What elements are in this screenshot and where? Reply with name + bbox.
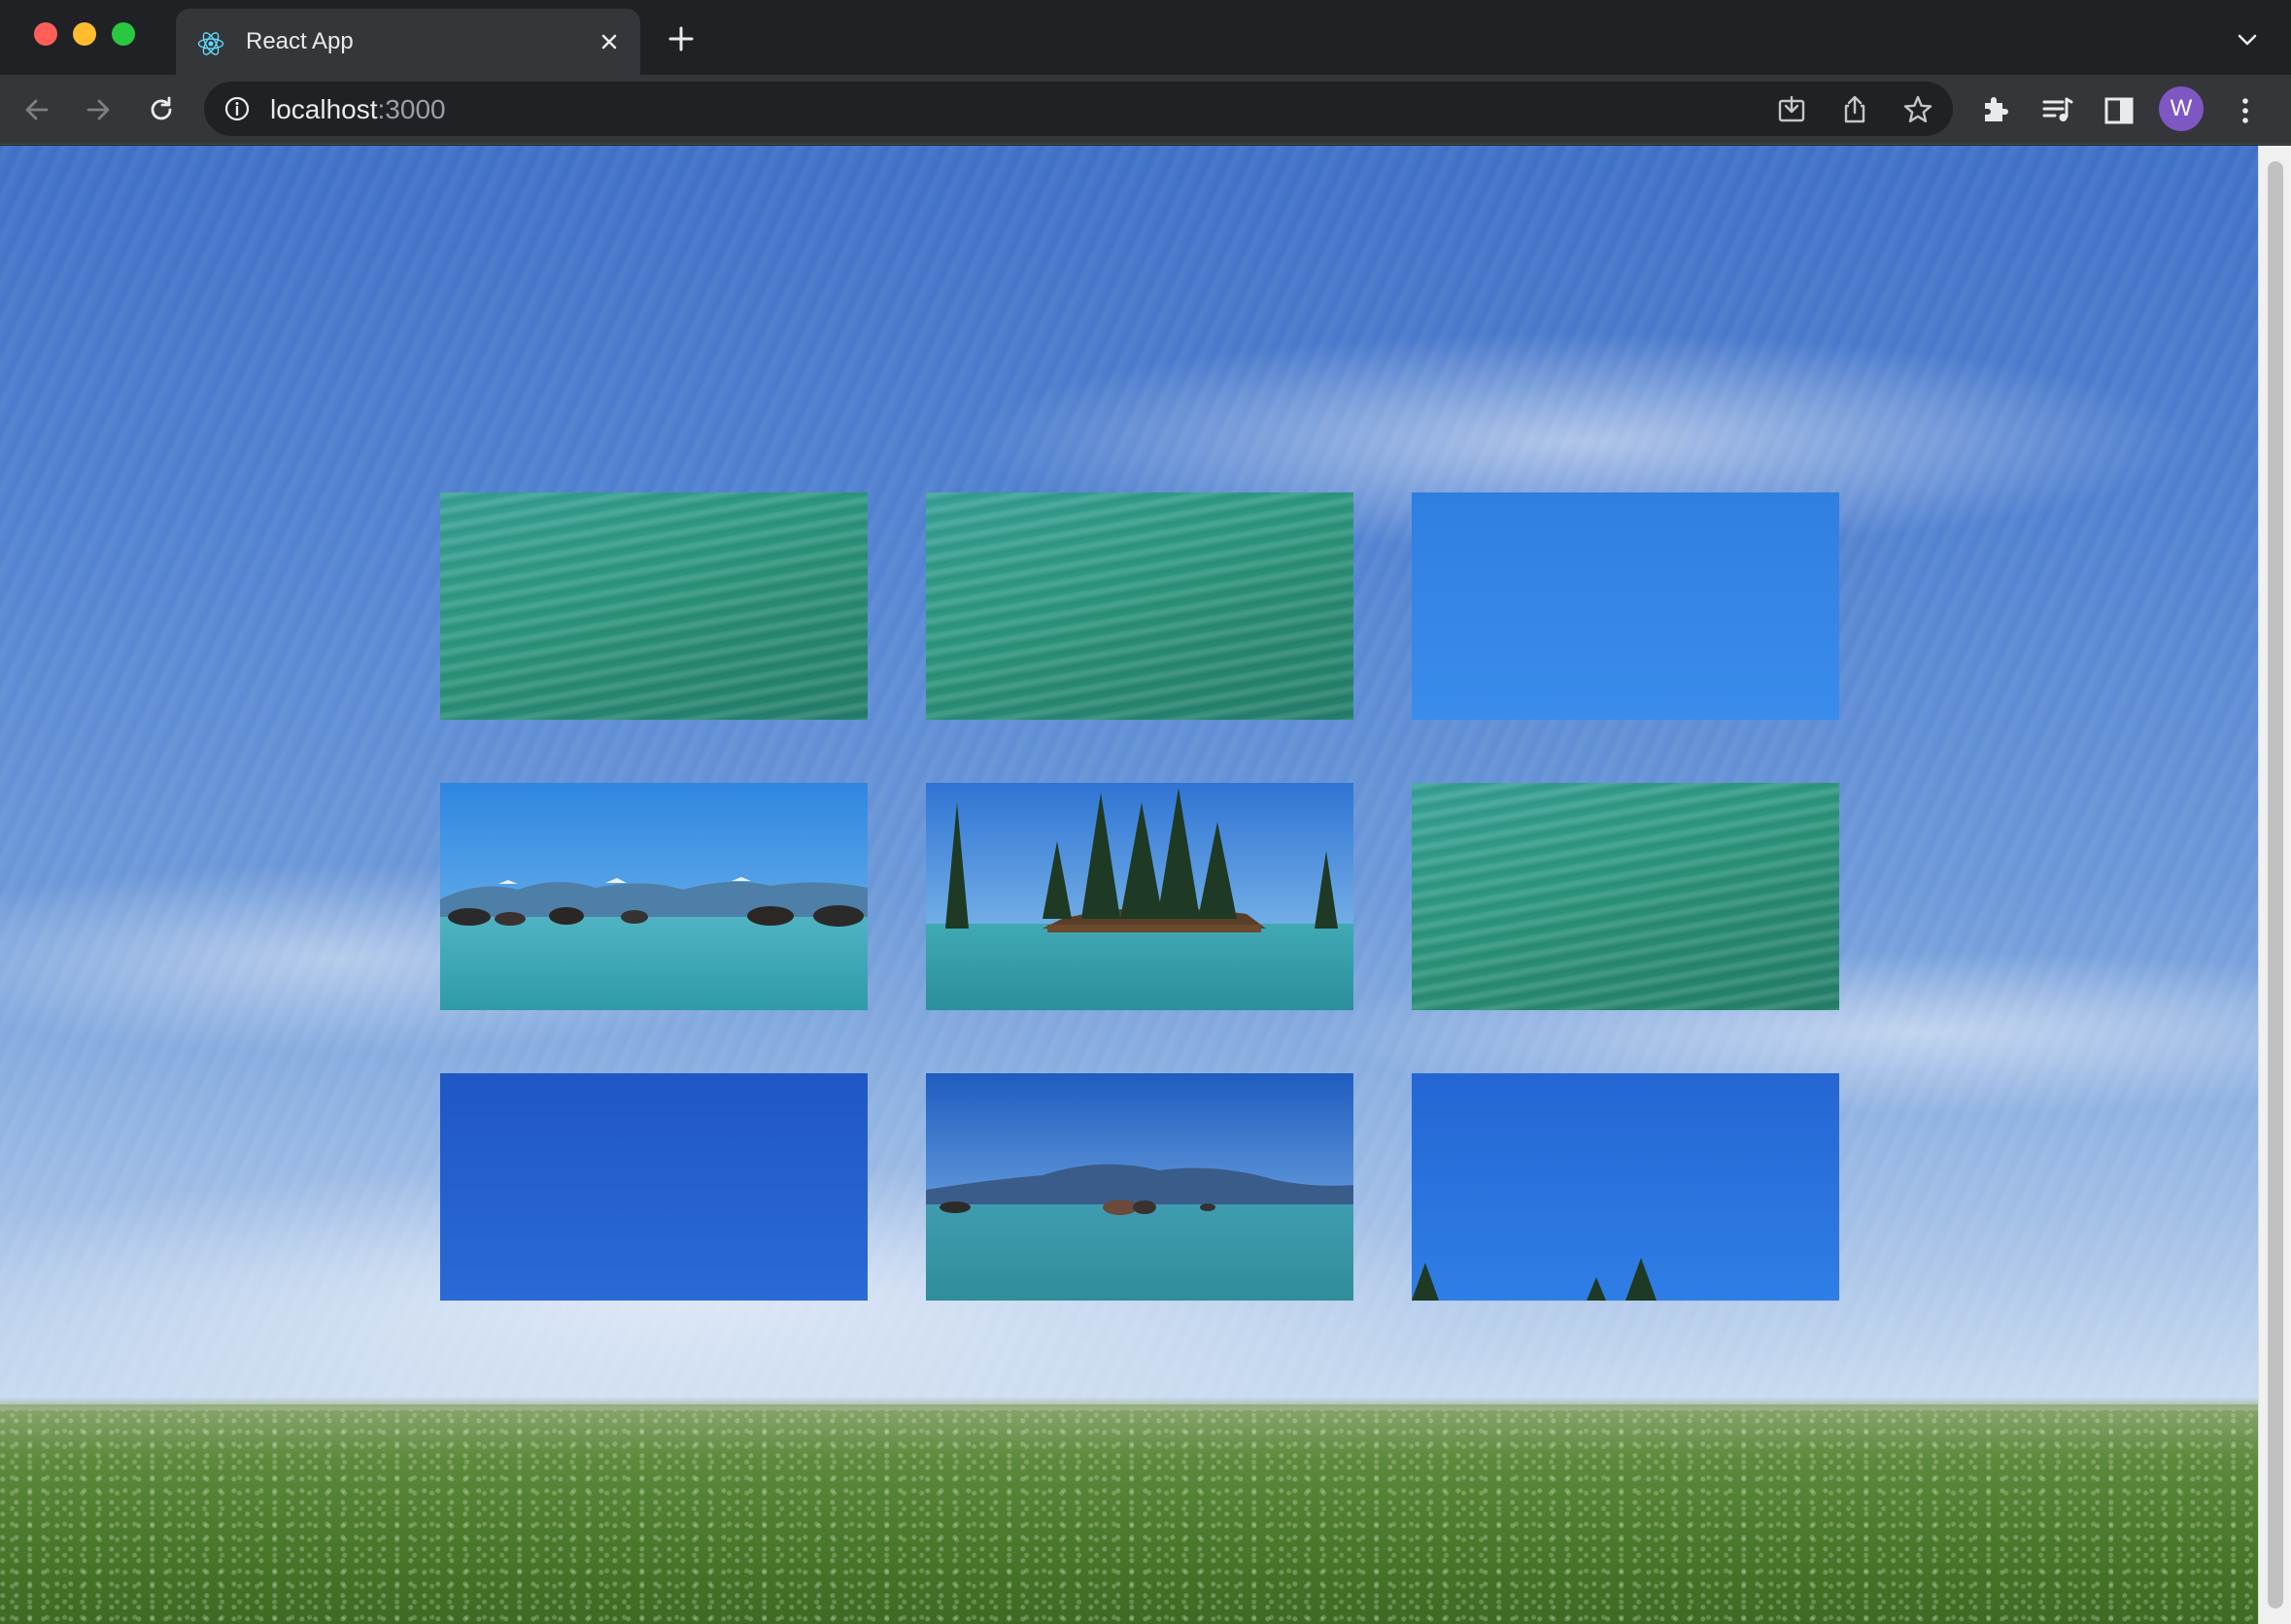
extensions-puzzle-icon[interactable] — [1977, 93, 2012, 128]
treetops-image — [1412, 1258, 1657, 1301]
scrollbar-thumb[interactable] — [2268, 161, 2283, 1608]
grid-tile-lake-rocks-mountains[interactable] — [440, 783, 868, 1010]
share-icon[interactable] — [1838, 93, 1871, 126]
back-button[interactable] — [17, 90, 56, 129]
close-tab-icon[interactable] — [594, 26, 625, 57]
react-logo-icon — [197, 32, 224, 55]
grass-field — [0, 1397, 2258, 1624]
lake-island-pines-image — [926, 783, 1353, 1010]
close-window-button[interactable] — [34, 22, 57, 46]
tab-title: React App — [246, 28, 354, 54]
tab-strip: React App — [0, 0, 2291, 75]
url-port: :3000 — [377, 94, 446, 124]
tab-react-app[interactable]: React App — [176, 9, 640, 75]
reload-icon — [151, 96, 172, 120]
chevron-down-icon[interactable] — [2235, 27, 2260, 52]
address-bar[interactable]: localhost:3000 — [204, 82, 1953, 136]
page-viewport — [0, 146, 2258, 1624]
reload-button[interactable] — [142, 90, 181, 129]
lake-hills-rocks-image — [926, 1073, 1353, 1301]
browser-toolbar: localhost:3000 W — [0, 75, 2291, 145]
grid-tile-blue-sky[interactable] — [440, 1073, 868, 1301]
grid-tile-turquoise-water[interactable] — [1412, 783, 1839, 1010]
grid-tile-blue-sky[interactable] — [1412, 492, 1839, 720]
grid-tile-lake-island-pines[interactable] — [926, 783, 1353, 1010]
profile-avatar[interactable]: W — [2159, 86, 2204, 131]
grid-tile-turquoise-water[interactable] — [926, 492, 1353, 720]
more-menu-icon[interactable] — [2228, 93, 2263, 128]
minimize-window-button[interactable] — [73, 22, 96, 46]
site-info-icon[interactable] — [223, 95, 251, 122]
bookmark-star-icon[interactable] — [1901, 93, 1934, 126]
media-controls-icon[interactable] — [2039, 93, 2074, 128]
maximize-window-button[interactable] — [112, 22, 135, 46]
install-app-icon[interactable] — [1775, 93, 1808, 126]
plus-icon[interactable] — [667, 24, 696, 53]
lake-rocks-mountains-image — [440, 783, 868, 1010]
grid-tile-blue-sky-treetops[interactable] — [1412, 1073, 1839, 1301]
page-scrollbar[interactable] — [2258, 146, 2291, 1624]
back-arrow-icon — [25, 99, 49, 120]
grid-tile-turquoise-water[interactable] — [440, 492, 868, 720]
grid-tile-lake-hills-rocks[interactable] — [926, 1073, 1353, 1301]
forward-arrow-icon — [86, 99, 110, 120]
url-text[interactable]: localhost:3000 — [270, 94, 446, 125]
url-host: localhost — [270, 94, 378, 124]
side-panel-icon[interactable] — [2102, 93, 2137, 128]
forward-button[interactable] — [79, 90, 118, 129]
